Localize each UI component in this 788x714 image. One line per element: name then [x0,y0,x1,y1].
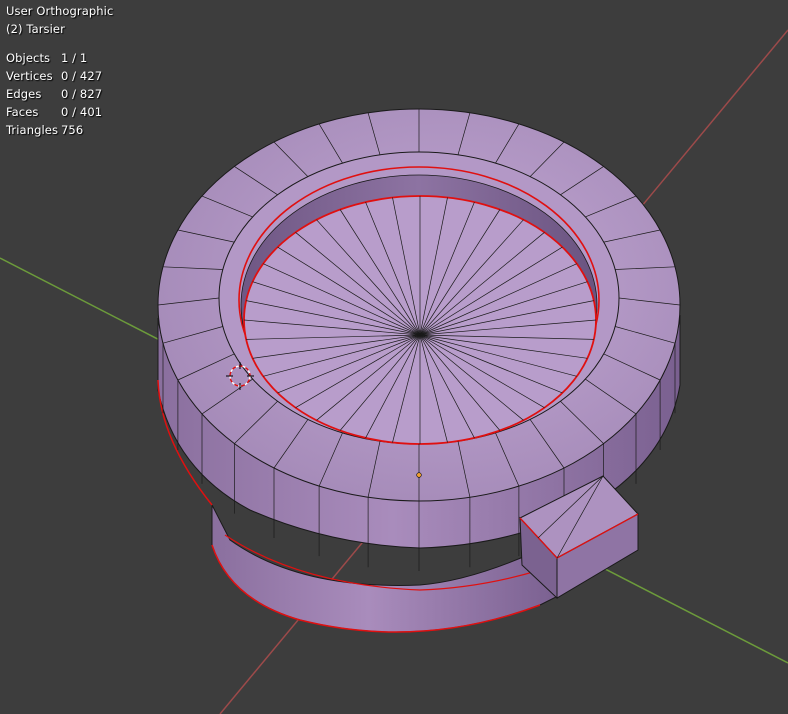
stat-row-faces: Faces 0 / 401 [6,103,102,121]
object-label: (2) Tarsier [6,22,65,36]
scene-statistics: Objects 1 / 1 Vertices 0 / 427 Edges 0 /… [6,49,102,139]
stat-row-edges: Edges 0 / 827 [6,85,102,103]
stat-row-objects: Objects 1 / 1 [6,49,102,67]
viewport-header: User Orthographic (2) Tarsier [6,2,113,38]
stat-label: Vertices [6,69,53,83]
viewport-scene[interactable] [0,0,788,714]
stat-row-vertices: Vertices 0 / 427 [6,67,102,85]
stat-value: 756 [61,123,84,137]
view-name: User Orthographic [6,4,114,18]
stat-value: 0 / 827 [61,87,103,101]
stat-value: 1 / 1 [61,51,88,65]
stat-row-triangles: Triangles 756 [6,121,102,139]
stat-value: 0 / 427 [61,69,103,83]
stat-label: Triangles [6,123,59,137]
stat-label: Objects [6,51,51,65]
stat-label: Faces [6,105,39,119]
object-origin-dot[interactable] [416,472,422,478]
stat-value: 0 / 401 [61,105,103,119]
stat-label: Edges [6,87,42,101]
3d-viewport[interactable]: User Orthographic (2) Tarsier Objects 1 … [0,0,788,714]
